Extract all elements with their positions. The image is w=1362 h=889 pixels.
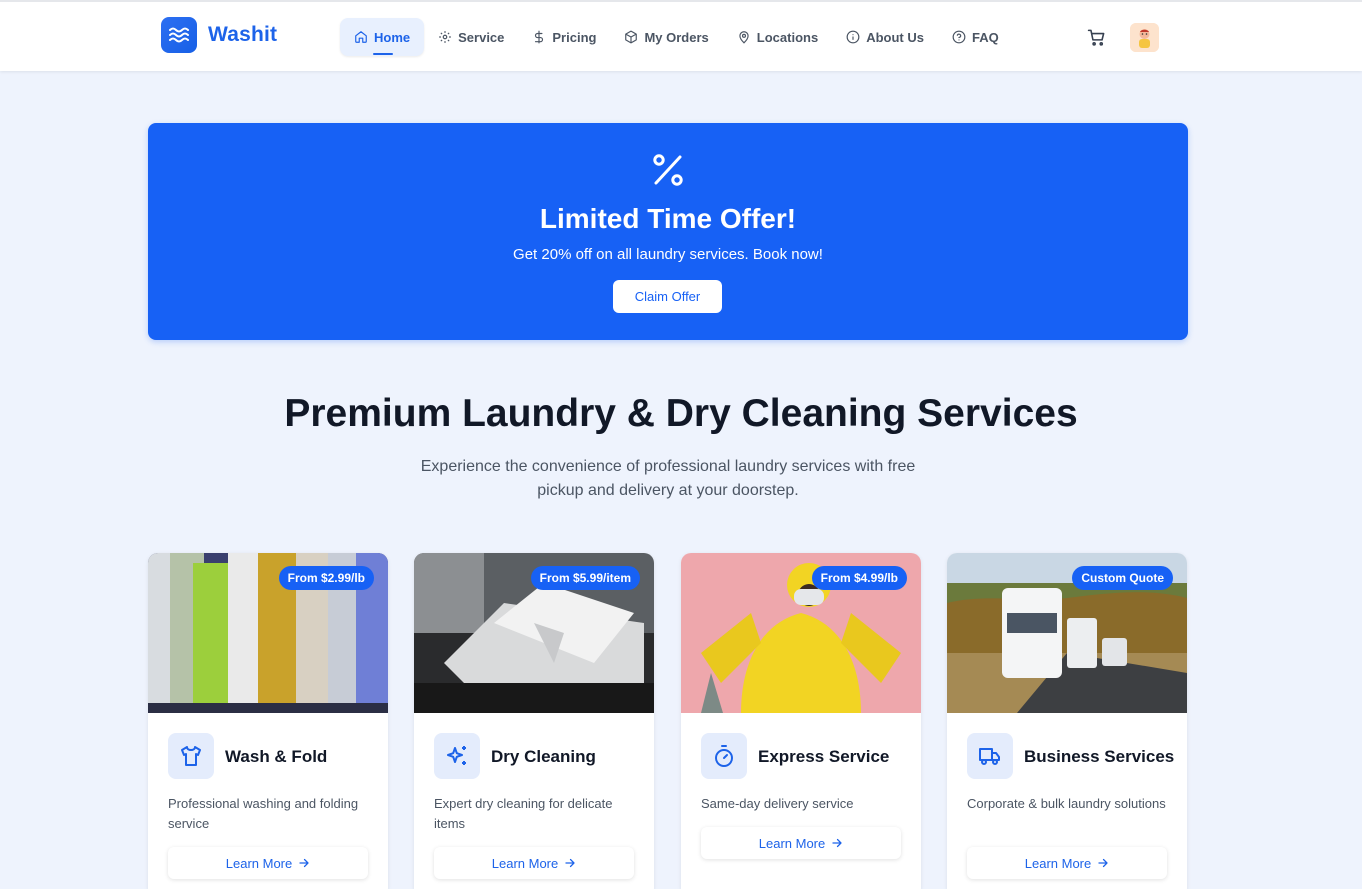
- info-icon: [846, 30, 860, 44]
- avatar-icon: [1130, 23, 1159, 52]
- service-card-wash-fold[interactable]: From $2.99/lb Wash & Fold Professional w…: [148, 553, 388, 889]
- service-description: Professional washing and folding service: [168, 796, 359, 831]
- nav-my-orders-label: My Orders: [644, 29, 709, 45]
- dollar-icon: [535, 30, 544, 44]
- price-badge: From $4.99/lb: [811, 566, 907, 590]
- learn-more-button[interactable]: Learn More: [967, 847, 1167, 879]
- sparkles-icon: [434, 733, 480, 779]
- user-avatar[interactable]: [1130, 23, 1159, 52]
- arrow-right-icon: [565, 858, 575, 868]
- price-badge: From $2.99/lb: [278, 566, 374, 590]
- nav-pricing[interactable]: Pricing: [518, 18, 610, 56]
- service-description: Expert dry cleaning for delicate items: [434, 796, 613, 831]
- service-description: Same-day delivery service: [701, 796, 854, 811]
- service-image-trucks: Custom Quote: [947, 553, 1187, 713]
- service-title: Dry Cleaning: [491, 747, 596, 766]
- promo-banner: Limited Time Offer! Get 20% off on all l…: [148, 123, 1188, 340]
- nav-locations[interactable]: Locations: [723, 18, 832, 56]
- gear-icon: [439, 31, 451, 43]
- service-title: Express Service: [758, 747, 890, 766]
- learn-more-label: Learn More: [1024, 855, 1092, 871]
- nav-my-orders[interactable]: My Orders: [610, 18, 722, 56]
- help-icon: [952, 30, 966, 44]
- page-title: Premium Laundry & Dry Cleaning Services: [284, 392, 1078, 435]
- main-nav: Home Service Pricing My Orders Locations…: [340, 18, 1013, 56]
- learn-more-button[interactable]: Learn More: [168, 847, 368, 879]
- brand-logo[interactable]: Washit: [161, 17, 277, 53]
- service-title: Wash & Fold: [225, 747, 328, 766]
- banner-subtitle: Get 20% off on all laundry services. Boo…: [513, 246, 823, 263]
- page-subtitle: Experience the convenience of profession…: [420, 458, 916, 499]
- learn-more-label: Learn More: [491, 855, 559, 871]
- service-image-hazmat: From $4.99/lb: [681, 553, 921, 713]
- nav-about-us[interactable]: About Us: [832, 18, 938, 56]
- learn-more-label: Learn More: [225, 855, 293, 871]
- nav-home[interactable]: Home: [340, 18, 425, 56]
- nav-home-label: Home: [374, 29, 411, 45]
- nav-faq-label: FAQ: [971, 29, 999, 45]
- shirt-icon: [168, 733, 214, 779]
- cart-icon: [1087, 29, 1105, 46]
- price-badge: From $5.99/item: [530, 566, 640, 590]
- waves-icon: [161, 17, 197, 53]
- learn-more-button[interactable]: Learn More: [701, 827, 901, 859]
- brand-name: Washit: [208, 23, 278, 46]
- percent-icon: [652, 153, 684, 192]
- nav-about-us-label: About Us: [866, 29, 924, 45]
- truck-icon: [967, 733, 1013, 779]
- service-card-dry-cleaning[interactable]: From $5.99/item Dry Cleaning Expert dry …: [414, 553, 654, 889]
- arrow-right-icon: [832, 838, 842, 848]
- cart-button[interactable]: [1087, 28, 1106, 52]
- arrow-right-icon: [1098, 858, 1108, 868]
- nav-service[interactable]: Service: [424, 18, 518, 56]
- nav-service-label: Service: [458, 29, 505, 45]
- learn-more-button[interactable]: Learn More: [434, 847, 634, 879]
- home-icon: [355, 31, 367, 43]
- nav-pricing-label: Pricing: [552, 29, 597, 45]
- nav-locations-label: Locations: [756, 29, 819, 45]
- claim-offer-button[interactable]: Claim Offer: [613, 280, 722, 313]
- service-card-express[interactable]: From $4.99/lb Express Service Same-day d…: [681, 553, 921, 889]
- service-description: Corporate & bulk laundry solutions: [967, 796, 1166, 811]
- learn-more-label: Learn More: [758, 835, 826, 851]
- service-title: Business Services: [1024, 747, 1175, 766]
- arrow-right-icon: [299, 858, 309, 868]
- top-navbar: Washit Home Service Pricing My Orders Lo…: [0, 0, 1362, 71]
- box-icon: [625, 30, 638, 44]
- service-image-shirts: From $2.99/lb: [148, 553, 388, 713]
- map-pin-icon: [739, 31, 749, 44]
- banner-title: Limited Time Offer!: [539, 203, 797, 234]
- service-image-folded-shirt: From $5.99/item: [414, 553, 654, 713]
- service-card-business[interactable]: Custom Quote Business Services Corporate…: [947, 553, 1187, 889]
- timer-icon: [701, 733, 747, 779]
- price-badge: Custom Quote: [1072, 566, 1173, 590]
- nav-faq[interactable]: FAQ: [938, 18, 1013, 56]
